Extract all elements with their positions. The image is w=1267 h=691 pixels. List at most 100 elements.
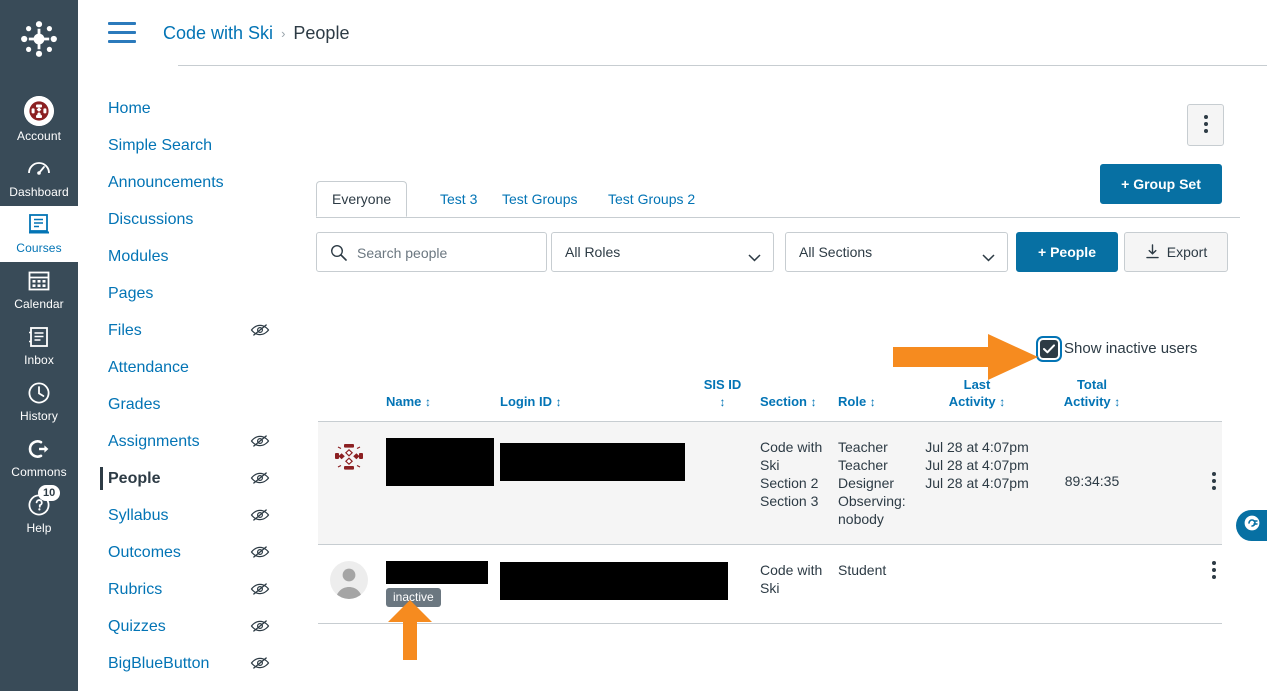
last-activity-1: Jul 28 at 4:07pm [925, 439, 1029, 455]
page-options-kebab-button[interactable] [1187, 104, 1224, 146]
course-nav-label: Simple Search [108, 136, 213, 154]
global-navigation: Account Dashboard Courses Calendar Inbox… [0, 0, 78, 691]
export-button[interactable]: Export [1124, 232, 1228, 272]
global-nav-item-help[interactable]: 10 Help [0, 485, 78, 542]
people-tabs: Everyone Test 3 Test Groups Test Groups … [316, 181, 1240, 218]
commons-arrow-icon [26, 436, 52, 462]
course-nav-label: Pages [108, 284, 154, 302]
course-nav-label: Quizzes [108, 617, 166, 635]
global-nav-label: Courses [16, 241, 62, 255]
hamburger-icon[interactable] [108, 22, 136, 43]
table-header-row: Name ↕ Login ID ↕ SIS ID ↕ Section ↕ Rol… [318, 376, 1222, 422]
kebab-menu-icon[interactable] [1212, 472, 1216, 493]
course-nav-item-syllabus[interactable]: Syllabus [100, 497, 280, 534]
cell-row-menu[interactable] [1151, 421, 1222, 545]
course-nav-item-rubrics[interactable]: Rubrics [100, 571, 280, 608]
hidden-from-students-eye-off-icon [250, 470, 270, 486]
sort-icon: ↕ [999, 395, 1006, 409]
th-sis-id[interactable]: SIS ID ↕ [685, 376, 760, 422]
tab-test-3[interactable]: Test 3 [424, 181, 493, 216]
breadcrumb-course-link[interactable]: Code with Ski [163, 23, 273, 43]
course-nav-item-bigbluebutton[interactable]: BigBlueButton [100, 645, 280, 682]
global-nav-item-courses[interactable]: Courses [0, 206, 78, 262]
cell-name[interactable] [380, 421, 500, 545]
course-nav-item-grades[interactable]: Grades [100, 386, 280, 423]
kebab-menu-icon[interactable] [1212, 561, 1216, 582]
course-nav-item-discussions[interactable]: Discussions [100, 201, 280, 238]
annotation-arrow-to-inactive-badge [388, 600, 432, 665]
cell-row-menu[interactable] [1151, 544, 1222, 624]
role-line-1: Student [838, 562, 887, 578]
redacted-name [386, 561, 488, 584]
cell-login-id [500, 544, 728, 624]
courses-book-icon [26, 212, 52, 238]
cell-total-activity: 89:34:35 [1033, 421, 1151, 545]
help-chat-pill-button[interactable] [1236, 510, 1267, 541]
course-nav-label: Rubrics [108, 580, 163, 598]
breadcrumb-current: People [293, 23, 350, 43]
course-nav-item-quizzes[interactable]: Quizzes [100, 608, 280, 645]
global-nav-item-commons[interactable]: Commons [0, 430, 78, 486]
cell-sis-id [685, 544, 760, 624]
search-people-field[interactable] [316, 232, 547, 273]
search-input[interactable] [355, 233, 544, 273]
th-total-activity[interactable]: Total Activity ↕ [1033, 376, 1151, 422]
canvas-logo-icon[interactable] [0, 0, 78, 78]
add-people-button[interactable]: + People [1016, 232, 1118, 272]
hidden-from-students-eye-off-icon [250, 544, 270, 560]
th-name[interactable]: Name ↕ [380, 376, 500, 422]
tab-test-groups[interactable]: Test Groups [486, 181, 593, 216]
role-line-2: Teacher [838, 457, 888, 473]
global-nav-label: Calendar [14, 297, 64, 311]
th-section[interactable]: Section ↕ [760, 376, 838, 422]
tab-test-groups-2[interactable]: Test Groups 2 [592, 181, 711, 216]
global-nav-item-account[interactable]: Account [0, 90, 78, 150]
course-nav-label: People [108, 469, 161, 487]
breadcrumb-separator: › [281, 26, 286, 41]
global-nav-item-dashboard[interactable]: Dashboard [0, 150, 78, 206]
course-nav-label: Modules [108, 247, 169, 265]
hidden-from-students-eye-off-icon [250, 433, 270, 449]
clock-icon [26, 380, 52, 406]
tab-everyone[interactable]: Everyone [316, 181, 408, 217]
course-navigation: Home Simple Search Announcements Discuss… [100, 90, 280, 682]
course-nav-item-attendance[interactable]: Attendance [100, 349, 280, 386]
section-line-2: Section 2 [760, 475, 819, 491]
global-nav-label: Dashboard [9, 185, 69, 199]
sections-filter-select[interactable]: All Sections [785, 232, 1008, 272]
global-nav-item-inbox[interactable]: Inbox [0, 318, 78, 374]
cell-avatar [318, 544, 380, 624]
search-icon [330, 244, 347, 266]
cell-last-activity: Jul 28 at 4:07pm Jul 28 at 4:07pm Jul 28… [921, 421, 1033, 545]
course-nav-label: Syllabus [108, 506, 169, 524]
help-badge-count: 10 [38, 485, 61, 501]
export-label: Export [1166, 244, 1208, 260]
th-total-activity-line1: Total [1076, 377, 1108, 392]
hidden-from-students-eye-off-icon [250, 322, 270, 338]
course-nav-item-outcomes[interactable]: Outcomes [100, 534, 280, 571]
course-nav-label: Discussions [108, 210, 194, 228]
global-nav-label: Account [16, 129, 62, 143]
cell-total-activity [1033, 544, 1151, 624]
global-nav-item-history[interactable]: History [0, 374, 78, 430]
header-divider [178, 65, 1267, 66]
th-login-id[interactable]: Login ID ↕ [500, 376, 685, 422]
course-nav-item-people[interactable]: People [100, 460, 280, 497]
course-nav-item-announcements[interactable]: Announcements [100, 164, 280, 201]
people-table: Name ↕ Login ID ↕ SIS ID ↕ Section ↕ Rol… [318, 376, 1222, 624]
course-nav-item-assignments[interactable]: Assignments [100, 423, 280, 460]
course-nav-item-files[interactable]: Files [100, 312, 280, 349]
download-icon [1145, 244, 1160, 260]
breadcrumb: Code with Ski › People [163, 20, 349, 48]
course-nav-item-modules[interactable]: Modules [100, 238, 280, 275]
course-nav-item-home[interactable]: Home [100, 90, 280, 127]
course-nav-item-simple-search[interactable]: Simple Search [100, 127, 280, 164]
roles-filter-select[interactable]: All Roles [551, 232, 774, 272]
chevron-down-icon [982, 249, 995, 262]
sort-icon: ↕ [869, 395, 876, 409]
course-nav-item-pages[interactable]: Pages [100, 275, 280, 312]
show-inactive-users-checkbox[interactable]: Show inactive users [1040, 340, 1197, 358]
global-nav-item-calendar[interactable]: Calendar [0, 262, 78, 318]
global-nav-label: Help [26, 521, 52, 535]
course-nav-label: Outcomes [108, 543, 181, 561]
